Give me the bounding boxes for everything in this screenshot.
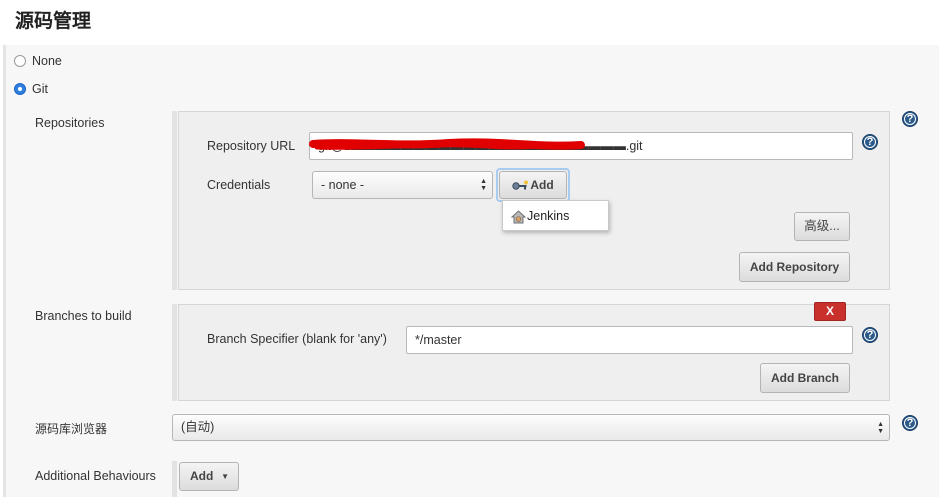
add-credentials-button[interactable]: Add <box>499 171 567 199</box>
repository-browser-select[interactable]: (自动) ▲ ▼ <box>172 414 890 441</box>
additional-behaviours-label: Additional Behaviours <box>35 469 156 483</box>
repository-browser-help-icon[interactable]: ? <box>902 415 918 431</box>
repositories-bar <box>172 111 177 290</box>
branch-specifier-value: */master <box>415 333 462 347</box>
repository-browser-value: (自动) <box>181 420 215 434</box>
add-repository-button[interactable]: Add Repository <box>739 252 850 282</box>
branch-specifier-help-icon[interactable]: ? <box>862 327 878 343</box>
add-credentials-menu: Jenkins <box>502 200 609 231</box>
repository-browser-label: 源码库浏览器 <box>35 422 108 436</box>
repository-url-help-icon[interactable]: ? <box>862 134 878 150</box>
select-arrows-icon: ▲ ▼ <box>877 421 884 435</box>
branch-specifier-label: Branch Specifier (blank for 'any') <box>207 332 387 346</box>
add-branch-button[interactable]: Add Branch <box>760 363 850 393</box>
scm-none-label[interactable]: None <box>32 54 62 68</box>
redaction-mark <box>309 138 585 150</box>
key-icon <box>512 180 529 190</box>
add-behaviour-label: Add <box>190 469 214 483</box>
select-arrows-icon: ▲ ▼ <box>480 178 487 192</box>
repositories-help-icon[interactable]: ? <box>902 111 918 127</box>
branches-bar <box>172 304 177 401</box>
add-behaviour-button[interactable]: Add ▼ <box>179 462 239 491</box>
delete-branch-button[interactable]: X <box>814 302 846 321</box>
branch-specifier-input[interactable]: */master <box>406 326 853 354</box>
scm-git-label[interactable]: Git <box>32 82 48 96</box>
scm-none-radio[interactable] <box>14 55 26 67</box>
page-title: 源码管理 <box>15 10 92 32</box>
repository-url-label: Repository URL <box>207 139 296 153</box>
credentials-label: Credentials <box>207 178 271 192</box>
advanced-button[interactable]: 高级... <box>794 212 850 241</box>
scm-git-radio[interactable] <box>14 83 26 95</box>
behaviours-bar <box>172 461 177 497</box>
jenkins-icon <box>511 210 526 224</box>
menu-item-jenkins[interactable]: Jenkins <box>527 209 569 223</box>
add-credentials-label: Add <box>530 178 554 192</box>
chevron-down-icon: ▼ <box>221 472 229 481</box>
credentials-value: - none - <box>321 178 365 192</box>
repositories-label: Repositories <box>35 116 105 130</box>
branches-label: Branches to build <box>35 309 132 323</box>
credentials-select[interactable]: - none - ▲ ▼ <box>312 171 493 199</box>
